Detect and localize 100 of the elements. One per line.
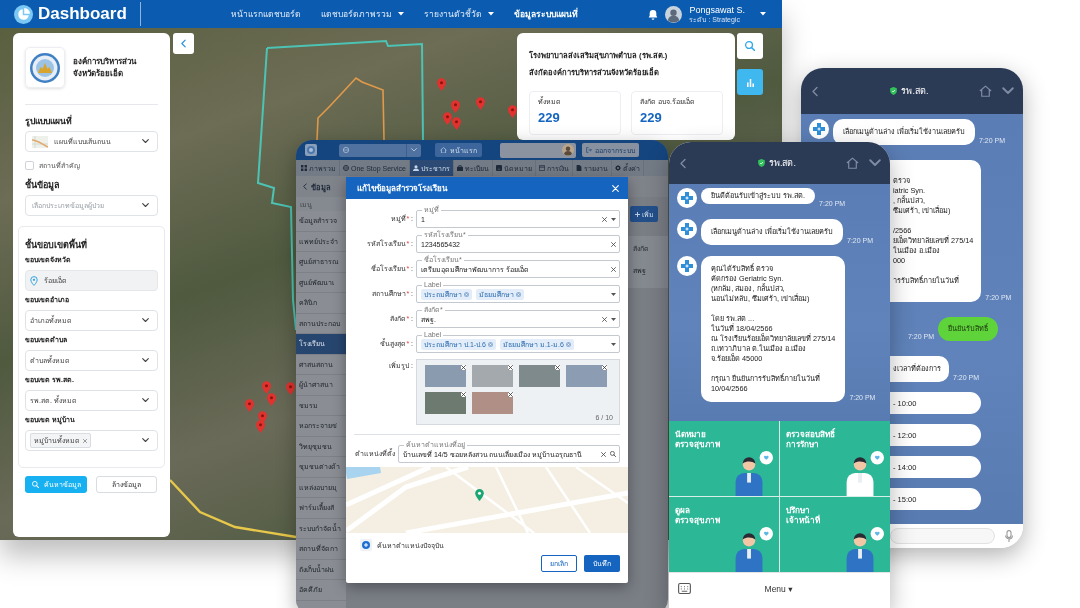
search-icon	[31, 481, 39, 488]
map-pin-icon[interactable]	[286, 382, 295, 395]
map-pin-icon[interactable]	[475, 489, 484, 501]
home-icon	[440, 146, 447, 154]
chevron-down-icon	[142, 318, 149, 323]
stat-value: 229	[538, 110, 561, 125]
chevron-left-icon	[181, 39, 186, 48]
clear-icon[interactable]	[611, 241, 616, 247]
globe-icon	[343, 147, 349, 153]
user-avatar-icon[interactable]	[665, 5, 683, 23]
caret-down-icon	[611, 217, 616, 221]
map-pin-icon[interactable]	[262, 381, 271, 394]
home-icon[interactable]	[979, 85, 992, 97]
cross-avatar-icon	[677, 256, 697, 276]
section-label: ชั้นข้อมูล	[25, 179, 61, 191]
remove-icon[interactable]	[461, 392, 466, 397]
rich-menu-tile[interactable]: ปรึกษา เจ้าหน้าที่	[780, 497, 890, 572]
grid-icon	[301, 165, 307, 171]
close-icon[interactable]	[612, 184, 619, 192]
shield-icon	[890, 87, 898, 95]
briefcase-icon	[456, 165, 463, 171]
gear-icon	[614, 165, 621, 171]
nav-link[interactable]: ข้อมูลระบบแผนที่	[513, 4, 578, 24]
rich-menu-tile[interactable]: ตรวจสอบสิทธิ์ การรักษา	[780, 421, 890, 496]
collapse-button[interactable]	[173, 33, 194, 54]
map-pin-icon[interactable]	[267, 393, 276, 406]
cross-avatar-icon	[677, 188, 697, 208]
section-label: รูปแบบแผนที่	[25, 115, 73, 127]
map-pin-icon[interactable]	[476, 97, 485, 110]
chevron-down-icon[interactable]	[869, 159, 881, 167]
remove-icon[interactable]	[555, 365, 560, 370]
chevron-down-icon	[142, 438, 149, 443]
caret-down-icon	[611, 292, 616, 296]
stat-value: 229	[640, 110, 663, 125]
keyboard-icon[interactable]	[678, 583, 691, 594]
chevron-left-icon[interactable]	[303, 183, 307, 190]
map-pin-icon[interactable]	[256, 420, 265, 433]
organization-name: องค์การบริหารส่วน จังหวัดร้อยเอ็ด	[73, 55, 136, 80]
emblem-icon	[25, 47, 65, 88]
caret-down-icon[interactable]	[760, 12, 766, 16]
map-thumbnail-icon	[32, 135, 48, 148]
message-input-field[interactable]	[890, 528, 995, 544]
rich-menu-tile[interactable]: ดูผล ตรวจสุขภาพ	[669, 497, 779, 572]
rich-menu-tile[interactable]: นัดหมาย ตรวจสุขภาพ	[669, 421, 779, 496]
cross-avatar-icon	[809, 119, 829, 139]
chevron-left-icon[interactable]	[812, 85, 818, 97]
chevron-left-icon[interactable]	[680, 157, 686, 169]
map-pin-icon[interactable]	[508, 105, 517, 118]
plus-circle-icon	[360, 539, 372, 551]
chevron-down-icon	[142, 398, 149, 403]
map-pin-icon[interactable]	[437, 78, 446, 91]
map-pin-icon[interactable]	[443, 112, 452, 125]
location-pin-icon	[30, 275, 38, 286]
chart-button[interactable]	[737, 69, 763, 95]
remove-icon[interactable]	[508, 392, 513, 397]
unit-select[interactable]	[339, 143, 421, 157]
dialog-title: แก้ไขข้อมูลสำรวจโรงเรียน	[357, 182, 447, 195]
user-name: Pongsawat S.	[689, 4, 745, 15]
plus-icon	[634, 211, 640, 217]
clear-icon[interactable]	[611, 266, 616, 272]
caret-down-icon	[487, 12, 494, 16]
nav-link[interactable]: รายงานตัวชี้วัด	[423, 4, 494, 24]
clear-icon[interactable]	[601, 451, 606, 457]
chevron-down-icon	[142, 203, 149, 208]
bar-chart-icon	[745, 77, 755, 87]
clear-icon[interactable]	[602, 216, 607, 222]
card-title: ชั้นขอบเขตพื้นที่	[25, 239, 88, 251]
map-pin-icon[interactable]	[451, 100, 460, 113]
home-icon[interactable]	[846, 157, 859, 169]
nav-link[interactable]: แดชบอร์ดภาพรวม	[320, 4, 404, 24]
remove-icon[interactable]	[461, 365, 466, 370]
person-icon	[412, 165, 419, 171]
chat-title: รพ.สต.	[901, 85, 929, 98]
search-button[interactable]	[737, 33, 763, 59]
caret-down-icon	[611, 317, 616, 321]
remove-icon[interactable]	[602, 365, 607, 370]
credit-card-icon	[538, 165, 545, 171]
cross-avatar-icon	[677, 219, 697, 239]
caret-down-icon	[611, 342, 616, 346]
document-icon	[575, 165, 582, 171]
search-icon[interactable]	[610, 451, 616, 457]
map-pin-icon[interactable]	[452, 117, 461, 130]
nav-link[interactable]: หน้าแรกแดชบอร์ด	[230, 4, 301, 24]
pie-chart-icon	[14, 4, 33, 24]
chevron-down-icon	[142, 358, 149, 363]
globe-icon	[343, 165, 349, 171]
menu-toggle[interactable]: Menu ▾	[691, 583, 880, 594]
checkbox[interactable]	[25, 161, 34, 170]
map-pin-icon[interactable]	[245, 399, 254, 412]
microphone-icon[interactable]	[1005, 530, 1013, 542]
remove-icon[interactable]	[508, 365, 513, 370]
caret-down-icon	[397, 12, 404, 16]
chevron-down-icon	[411, 148, 417, 152]
chevron-down-icon[interactable]	[1002, 87, 1014, 95]
clear-icon[interactable]	[602, 316, 607, 322]
logout-icon	[586, 147, 592, 153]
chevron-down-icon	[142, 139, 149, 144]
emblem-icon	[305, 144, 317, 156]
chat-title: รพ.สต.	[769, 157, 796, 170]
bell-icon[interactable]	[648, 8, 659, 20]
